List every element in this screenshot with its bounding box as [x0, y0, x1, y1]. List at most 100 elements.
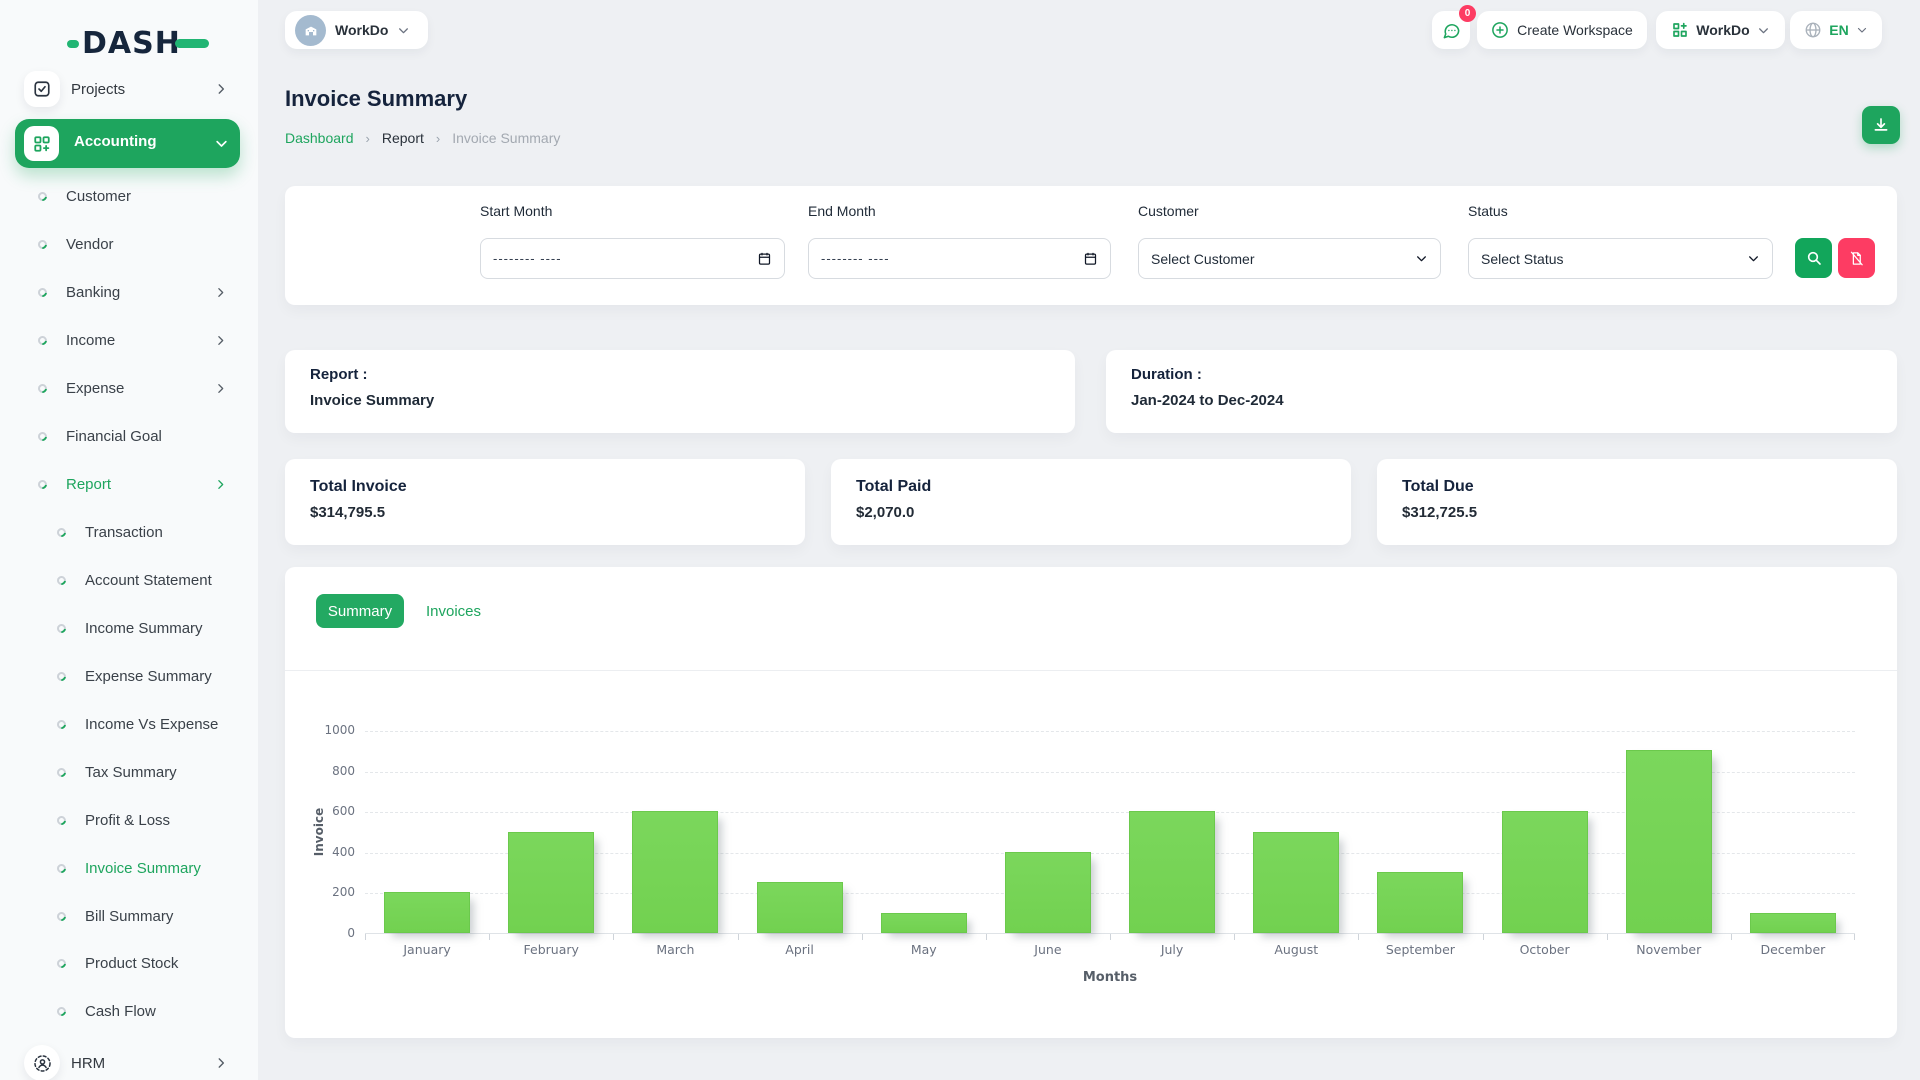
bar-may: [881, 913, 967, 933]
end-month-label: End Month: [808, 203, 876, 219]
messages-button[interactable]: 0: [1432, 11, 1470, 49]
chevron-down-icon: [1856, 24, 1868, 36]
apply-filter-button[interactable]: [1795, 238, 1832, 278]
bullet-ring-icon: [36, 430, 49, 443]
bullet-ring-icon: [55, 957, 68, 970]
sidebar-item-accounting[interactable]: Accounting: [15, 119, 240, 168]
reset-filter-button[interactable]: [1838, 238, 1875, 278]
tab-invoices[interactable]: Invoices: [412, 594, 495, 628]
hrm-person-icon: [24, 1045, 60, 1080]
x-label-september: September: [1358, 942, 1482, 957]
bar-july: [1129, 811, 1215, 933]
bullet-ring-icon: [36, 286, 49, 299]
bullet-ring-icon: [55, 766, 68, 779]
status-select[interactable]: Select Status: [1468, 238, 1773, 279]
x-tick-mark: [862, 934, 863, 940]
bullet-ring-icon: [55, 574, 68, 587]
x-label-january: January: [365, 942, 489, 957]
sidebar-item-vendor[interactable]: Vendor: [0, 229, 258, 259]
customer-label: Customer: [1138, 203, 1199, 219]
x-tick-mark: [1358, 934, 1359, 940]
brand-logo[interactable]: DASH: [67, 26, 209, 61]
sidebar-item-income[interactable]: Income: [0, 325, 258, 355]
x-tick-mark: [1110, 934, 1111, 940]
sidebar-item-label: Transaction: [85, 524, 163, 541]
logo-text: DASH: [82, 26, 181, 61]
search-icon: [1806, 250, 1822, 266]
create-workspace-label: Create Workspace: [1517, 22, 1633, 38]
sidebar-item-label: Invoice Summary: [85, 860, 201, 877]
chevron-down-icon: [1415, 252, 1428, 265]
chevron-right-icon: [214, 82, 228, 96]
sidebar-item-label: Income Vs Expense: [85, 716, 218, 733]
breadcrumb: Dashboard › Report › Invoice Summary: [285, 130, 560, 146]
sidebar-item-projects[interactable]: Projects: [0, 70, 258, 108]
logo-accent-left: [67, 40, 79, 48]
sidebar-item-label: Tax Summary: [85, 764, 177, 781]
workspace-switcher-label: WorkDo: [1696, 22, 1749, 38]
chevron-right-icon: [214, 286, 227, 299]
customer-select[interactable]: Select Customer: [1138, 238, 1441, 279]
sidebar-item-profit-loss[interactable]: Profit & Loss: [0, 805, 258, 835]
sidebar-item-label: Customer: [66, 188, 131, 205]
sidebar-item-income-summary[interactable]: Income Summary: [0, 613, 258, 643]
y-tick-1000: 1000: [285, 723, 355, 737]
bar-june: [1005, 852, 1091, 933]
sidebar-item-label: Vendor: [66, 236, 114, 253]
sidebar-item-transaction[interactable]: Transaction: [0, 517, 258, 547]
chevron-down-icon: [1747, 252, 1760, 265]
sidebar-item-account-statement[interactable]: Account Statement: [0, 565, 258, 595]
x-tick-mark: [365, 934, 366, 940]
sidebar-item-label: Product Stock: [85, 955, 178, 972]
breadcrumb-report[interactable]: Report: [382, 130, 424, 146]
sidebar-item-product-stock[interactable]: Product Stock: [0, 948, 258, 978]
workspace-selector[interactable]: WorkDo: [285, 11, 428, 49]
tabs-divider: [285, 670, 1897, 671]
workspace-switcher-button[interactable]: WorkDo: [1656, 11, 1785, 49]
sidebar-item-expense[interactable]: Expense: [0, 373, 258, 403]
download-button[interactable]: [1862, 106, 1900, 144]
chevron-right-icon: [214, 334, 227, 347]
sidebar-item-bill-summary[interactable]: Bill Summary: [0, 901, 258, 931]
sidebar-item-expense-summary[interactable]: Expense Summary: [0, 661, 258, 691]
x-label-may: May: [862, 942, 986, 957]
sidebar-item-label: Cash Flow: [85, 1003, 156, 1020]
create-workspace-button[interactable]: Create Workspace: [1477, 11, 1647, 49]
sidebar-item-hrm[interactable]: HRM: [0, 1044, 258, 1080]
sidebar-item-cash-flow[interactable]: Cash Flow: [0, 996, 258, 1026]
sidebar-item-income-vs-expense[interactable]: Income Vs Expense: [0, 709, 258, 739]
x-label-february: February: [489, 942, 613, 957]
tab-summary[interactable]: Summary: [316, 594, 404, 628]
sidebar-item-label: Expense: [66, 380, 124, 397]
start-month-input[interactable]: -------- ----: [480, 238, 785, 279]
sidebar-item-invoice-summary[interactable]: Invoice Summary: [0, 853, 258, 883]
grid-plus-icon: [1671, 21, 1689, 39]
bullet-ring-icon: [36, 238, 49, 251]
sidebar-item-report[interactable]: Report: [0, 469, 258, 499]
y-tick-400: 400: [285, 845, 355, 859]
status-label: Status: [1468, 203, 1508, 219]
sidebar-item-tax-summary[interactable]: Tax Summary: [0, 757, 258, 787]
language-selector[interactable]: EN: [1790, 11, 1882, 49]
language-code: EN: [1829, 22, 1848, 38]
sidebar-item-customer[interactable]: Customer: [0, 181, 258, 211]
calendar-icon: [1083, 251, 1098, 266]
sidebar-item-label: Report: [66, 476, 111, 493]
bullet-ring-icon: [55, 1005, 68, 1018]
sidebar-item-financial-goal[interactable]: Financial Goal: [0, 421, 258, 451]
x-tick-mark: [1731, 934, 1732, 940]
chevron-down-icon: [397, 24, 410, 37]
breadcrumb-dashboard[interactable]: Dashboard: [285, 130, 354, 146]
x-axis-title: Months: [1083, 970, 1137, 985]
y-tick-0: 0: [285, 926, 355, 940]
x-tick-mark: [489, 934, 490, 940]
sidebar-item-banking[interactable]: Banking: [0, 277, 258, 307]
end-month-input[interactable]: -------- ----: [808, 238, 1111, 279]
total-invoice-card: Total Invoice $314,795.5: [285, 459, 805, 545]
sidebar: DASH Projects Accounting Customer Vendor…: [0, 0, 258, 1080]
reset-filter-icon: [1849, 251, 1864, 266]
gridline-1000: [365, 731, 1855, 732]
chevron-down-icon: [1757, 24, 1770, 37]
x-label-april: April: [738, 942, 862, 957]
breadcrumb-separator: ›: [436, 131, 440, 146]
